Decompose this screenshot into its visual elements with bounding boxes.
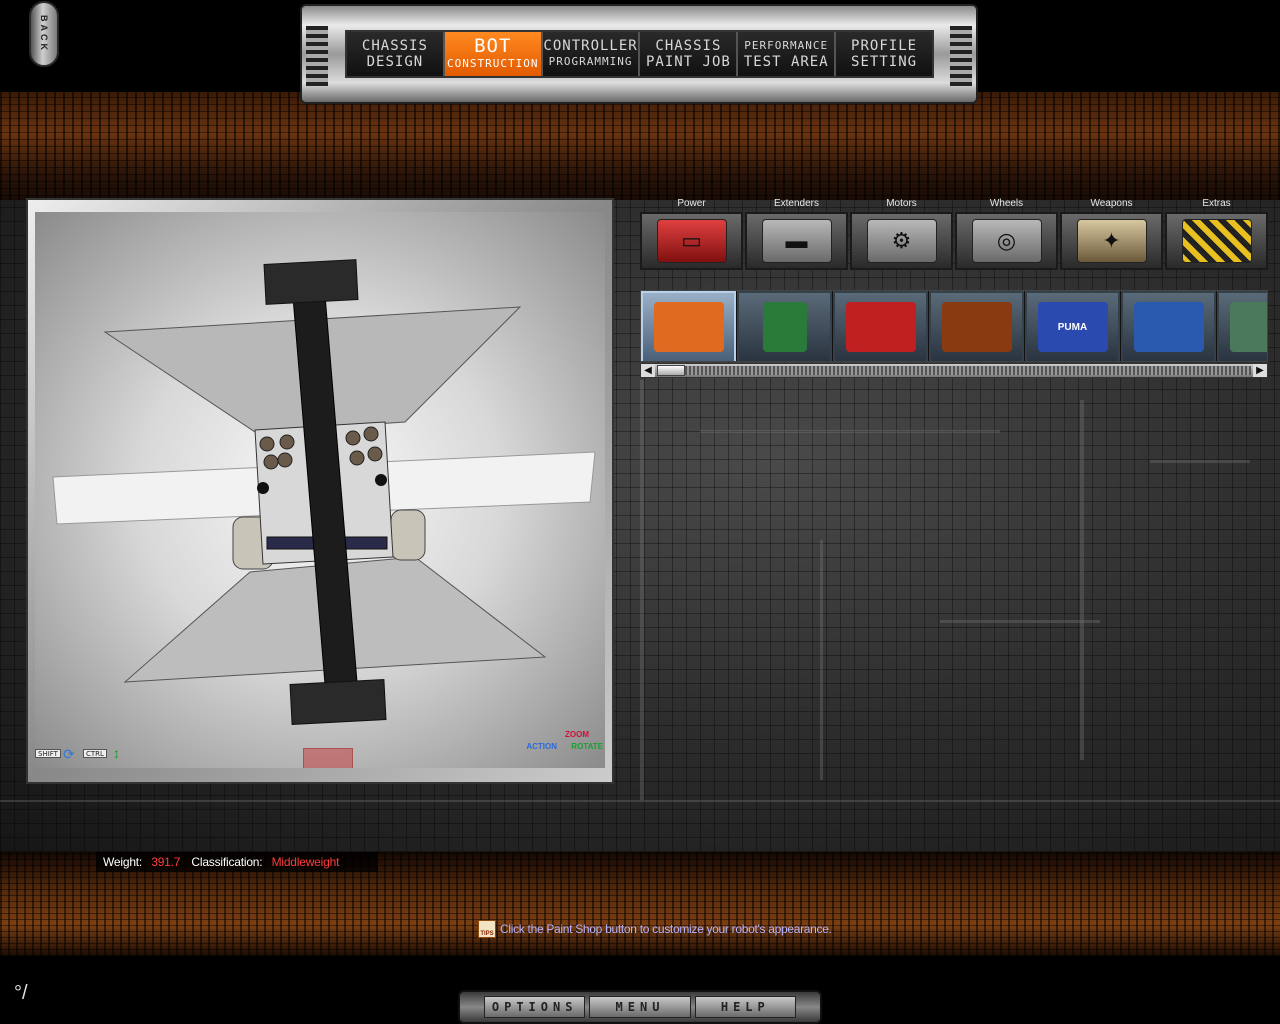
weight-value: 391.7 — [151, 855, 181, 869]
part-item[interactable]: PUMA — [1025, 291, 1120, 361]
scroll-thumb[interactable] — [657, 365, 685, 376]
category-label: Power — [677, 198, 706, 209]
tab-performance-test-area[interactable]: PERFORMANCE TEST AREA — [738, 32, 837, 76]
motor-icon: ⚙ — [866, 219, 937, 263]
shift-key-hint: SHIFT — [35, 749, 61, 758]
extender-end-top — [263, 259, 359, 305]
zoom-hint: ZOOM — [565, 730, 589, 739]
battery-icon: ▭ — [656, 219, 727, 263]
battery-partial-icon — [1229, 302, 1267, 352]
scroll-right-arrow-icon[interactable]: ▶ — [1253, 364, 1267, 377]
component-category-bar: Power ▭ Extenders ▬ Motors ⚙ Wheels ◎ We… — [640, 198, 1268, 272]
robot-status: Weight: 391.7 Classification: Middleweig… — [96, 852, 378, 872]
action-hint: ACTION — [526, 742, 557, 751]
tab-line2: TEST AREA — [743, 54, 829, 70]
category-label: Extras — [1202, 198, 1231, 209]
category-label: Weapons — [1090, 198, 1133, 209]
scroll-left-arrow-icon[interactable]: ◀ — [641, 364, 655, 377]
part-item[interactable] — [1121, 291, 1216, 361]
extender-bar-icon: ▬ — [761, 219, 832, 263]
rotate-icon: ⟳ — [63, 746, 75, 762]
robot-3d-viewport[interactable]: SHIFT ⟳ CTRL ↕ ZOOM ACTION ROTATE — [35, 212, 605, 768]
circuit-background-top — [0, 92, 1280, 210]
wheel-icon: ◎ — [971, 219, 1042, 263]
tip-message: TIPS Click the Paint Shop button to cust… — [478, 920, 832, 938]
category-weapons[interactable]: Weapons ✦ — [1060, 198, 1163, 272]
parts-scrollbar[interactable]: ◀ ▶ — [640, 363, 1268, 378]
category-extras[interactable]: Extras — [1165, 198, 1268, 272]
tips-icon-text: TIPS — [480, 931, 494, 937]
category-label: Wheels — [989, 198, 1024, 209]
tab-bot-construction[interactable]: BOT CONSTRUCTION — [444, 32, 543, 76]
part-item[interactable] — [737, 291, 832, 361]
help-button[interactable]: HELP — [694, 996, 796, 1018]
puma-battery-icon: PUMA — [1037, 302, 1108, 352]
part-item[interactable] — [1217, 291, 1267, 361]
part-item[interactable] — [833, 291, 928, 361]
battery-pack-orange-icon — [653, 302, 724, 352]
category-extenders[interactable]: Extenders ▬ — [745, 198, 848, 272]
back-button-label: BACK — [39, 15, 49, 53]
tip-text: Click the Paint Shop button to customize… — [500, 922, 832, 936]
circuit-board-icon — [762, 302, 807, 352]
category-label: Motors — [886, 198, 917, 209]
weight-label: Weight: — [103, 855, 143, 869]
tab-line1: CHASSIS — [655, 38, 722, 54]
tab-line2: PAINT JOB — [645, 54, 731, 70]
category-motors[interactable]: Motors ⚙ — [850, 198, 953, 272]
part-item[interactable] — [641, 291, 736, 361]
category-label: Extenders — [773, 198, 820, 209]
tab-line1: CHASSIS — [361, 38, 428, 54]
viewport-control-hints: SHIFT ⟳ CTRL ↕ ZOOM ACTION ROTATE — [35, 730, 605, 764]
tab-line1: PERFORMANCE — [744, 39, 829, 52]
battery-blue-icon — [1133, 302, 1204, 352]
loading-indicator-icon: °/ — [14, 982, 28, 1004]
tab-line2: SETTING — [851, 54, 918, 70]
bolt-icon — [257, 482, 269, 494]
tab-line2: DESIGN — [366, 54, 424, 70]
tab-line2: CONSTRUCTION — [447, 57, 539, 70]
menu-button[interactable]: MENU — [589, 996, 691, 1018]
weapon-blade-icon: ✦ — [1076, 219, 1147, 263]
tab-line1: CONTROLLER — [543, 38, 638, 54]
tab-line1: PROFILE — [851, 38, 918, 54]
extras-hazard-icon — [1181, 219, 1252, 263]
tab-line2: PROGRAMMING — [548, 55, 633, 68]
robot-model — [52, 259, 596, 725]
robot-viewport-frame: SHIFT ⟳ CTRL ↕ ZOOM ACTION ROTATE — [26, 198, 614, 784]
back-button[interactable]: BACK — [29, 1, 59, 67]
tab-profile-setting[interactable]: PROFILE SETTING — [836, 32, 932, 76]
bolt-icon — [375, 474, 387, 486]
category-power[interactable]: Power ▭ — [640, 198, 743, 272]
category-wheels[interactable]: Wheels ◎ — [955, 198, 1058, 272]
battery-red-icon — [845, 302, 916, 352]
battery-cells-icon — [941, 302, 1012, 352]
bottom-menu-bar: OPTIONS MENU HELP — [458, 990, 822, 1024]
vertical-move-icon: ↕ — [113, 745, 120, 761]
tab-line1: BOT — [474, 35, 512, 57]
part-item[interactable] — [929, 291, 1024, 361]
ctrl-key-hint: CTRL — [83, 749, 107, 758]
classification-label: Classification: — [191, 855, 263, 869]
tips-icon: TIPS — [478, 920, 496, 938]
options-button[interactable]: OPTIONS — [484, 996, 586, 1018]
classification-value: Middleweight — [271, 855, 340, 869]
scroll-track[interactable] — [657, 365, 1251, 376]
extender-end-bottom — [289, 679, 387, 725]
tab-controller-programming[interactable]: CONTROLLER PROGRAMMING — [542, 32, 641, 76]
tab-chassis-paint-job[interactable]: CHASSIS PAINT JOB — [640, 32, 739, 76]
parts-carousel: PUMA — [640, 290, 1268, 362]
rotate-hint: ROTATE — [571, 742, 603, 751]
wheel-right-icon — [390, 509, 426, 561]
main-tab-bar: CHASSIS DESIGN BOT CONSTRUCTION CONTROLL… — [345, 30, 934, 78]
tab-chassis-design[interactable]: CHASSIS DESIGN — [347, 32, 445, 76]
